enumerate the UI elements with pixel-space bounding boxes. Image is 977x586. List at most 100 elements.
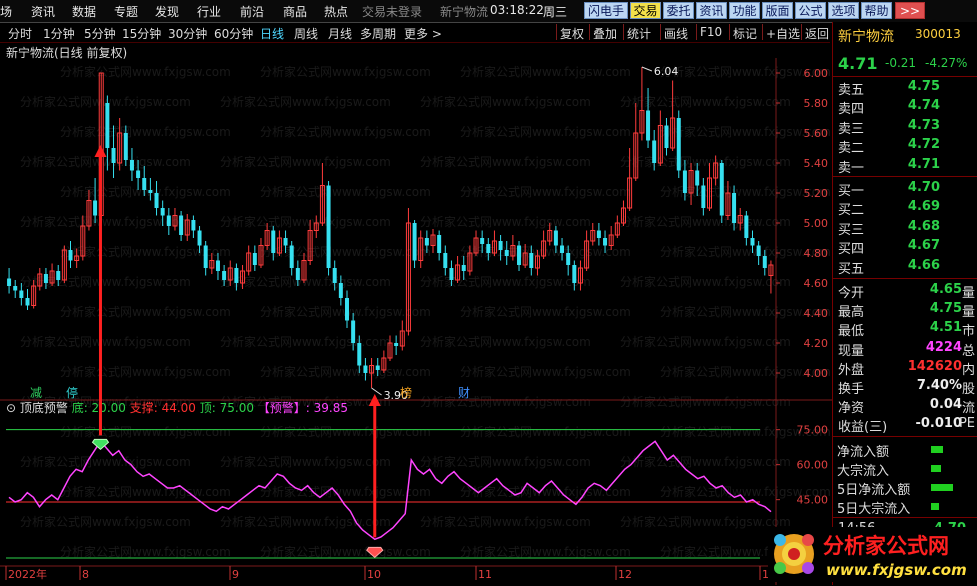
logo-url: www.fxjgsw.com	[826, 561, 967, 579]
candle-body	[443, 253, 448, 268]
watermark-text: 分析家公式网www.fxjgsw.com	[260, 64, 431, 79]
candle-body	[215, 260, 220, 271]
stock-name: 新宁物流	[838, 29, 894, 45]
watermark-text: 分析家公式网www.fxjgsw.com	[620, 454, 791, 469]
toolbar-action-7[interactable]: 返回	[805, 25, 829, 42]
event-marker[interactable]: 榜	[400, 385, 412, 400]
watermark-text: 分析家公式网www.fxjgsw.com	[620, 394, 791, 409]
candle-body	[357, 343, 362, 366]
period-tab-6[interactable]: 日线	[260, 25, 284, 42]
menu-button-0[interactable]: 闪电手	[584, 2, 628, 19]
stat-value: 4.75	[929, 301, 962, 317]
menu-button-1[interactable]: 交易	[630, 2, 661, 19]
bid-label: 买五	[838, 261, 865, 277]
stat-suffix: 市	[961, 324, 975, 340]
candle-body	[756, 245, 761, 256]
period-tab-4[interactable]: 30分钟	[168, 25, 207, 42]
quote-panel: 新宁物流 300013 4.71 -0.21 -4.27% 卖五 4.75 卖四 4.74 卖三 4…	[832, 22, 977, 585]
legend-entry: 顶: 75.00	[200, 401, 258, 415]
candle-body	[222, 271, 227, 280]
menu-item-4[interactable]: 发现	[155, 3, 179, 20]
menu-item-0[interactable]: 场	[0, 3, 12, 20]
watermark-text: 分析家公式网www.fxjgsw.com	[20, 214, 191, 229]
divider	[833, 278, 977, 279]
watermark-text: 分析家公式网www.fxjgsw.com	[420, 514, 591, 529]
candle-body	[529, 253, 534, 268]
menu-button-7[interactable]: 选项	[828, 2, 859, 19]
toolbar-action-3[interactable]: 画线	[664, 25, 688, 42]
candle-body	[295, 268, 300, 280]
period-tab-2[interactable]: 5分钟	[84, 25, 116, 42]
candle-body	[344, 298, 349, 321]
toolbar-action-4[interactable]: F10	[700, 25, 722, 39]
ask-row: 卖五 4.75	[833, 78, 977, 98]
watermark-text: 分析家公式网www.fxjgsw.com	[60, 304, 231, 319]
toolbar-separator	[589, 24, 590, 40]
menu-item-5[interactable]: 行业	[197, 3, 221, 20]
candle-body	[449, 268, 454, 280]
watermark-text: 分析家公式网www.fxjgsw.com	[620, 214, 791, 229]
event-marker[interactable]: 财	[458, 386, 470, 400]
event-marker[interactable]: 减	[30, 386, 42, 400]
chart-area[interactable]: 分析家公式网www.fxjgsw.com 分析家公式网www.fxjgsw.com…	[0, 58, 832, 585]
menu-button-6[interactable]: 公式	[795, 2, 826, 19]
event-marker[interactable]: 停	[66, 385, 78, 400]
candle-body	[646, 110, 651, 141]
price-tick-label: 4.80	[804, 247, 829, 260]
toolbar-action-6[interactable]: +自选	[766, 25, 800, 42]
menu-button-3[interactable]: 资讯	[696, 2, 727, 19]
period-tab-3[interactable]: 15分钟	[122, 25, 161, 42]
menu-item-6[interactable]: 前沿	[240, 3, 264, 20]
menu-item-2[interactable]: 数据	[72, 3, 96, 20]
menu-button-2[interactable]: 委托	[663, 2, 694, 19]
candle-body	[123, 133, 128, 160]
toolbar-action-0[interactable]: 复权	[560, 25, 584, 42]
stat-row: 外盘 142620 内	[833, 358, 977, 378]
candle-body	[744, 215, 749, 238]
legend-entry: 支撑: 44.00	[130, 400, 200, 415]
menu-item-1[interactable]: 资讯	[31, 3, 55, 20]
watermark-text: 分析家公式网www.fxjgsw.com	[20, 334, 191, 349]
watermark-text: 分析家公式网www.fxjgsw.com	[420, 334, 591, 349]
candle-body	[719, 163, 724, 216]
toolbar-action-5[interactable]: 标记	[733, 25, 757, 42]
watermark-text: 分析家公式网www.fxjgsw.com	[20, 514, 191, 529]
diamond-icon[interactable]: ◇	[750, 58, 759, 59]
more-menu-button[interactable]: >>	[895, 2, 925, 19]
watermark-text: 分析家公式网www.fxjgsw.com	[260, 184, 431, 199]
menu-item-8[interactable]: 热点	[324, 3, 348, 20]
toolbar-action-1[interactable]: 叠加	[593, 25, 617, 42]
watermark-text: 分析家公式网www.fxjgsw.com	[260, 124, 431, 139]
candle-body	[363, 365, 368, 373]
high-price-label: 6.04	[654, 65, 679, 78]
divider	[833, 435, 977, 437]
menu-button-5[interactable]: 版面	[762, 2, 793, 19]
stat-label: 现量	[838, 343, 865, 359]
period-tab-10[interactable]: 更多 >	[404, 25, 442, 42]
watermark-text: 分析家公式网www.fxjgsw.com	[260, 484, 431, 499]
period-tab-8[interactable]: 月线	[328, 25, 352, 42]
stat-value: 4.65	[929, 282, 962, 297]
menu-button-8[interactable]: 帮助	[861, 2, 892, 19]
watermark-text: 分析家公式网www.fxjgsw.com	[420, 214, 591, 229]
menu-item-3[interactable]: 专题	[114, 3, 138, 20]
watermark-text: 分析家公式网www.fxjgsw.com	[260, 544, 431, 559]
candle-body	[129, 160, 134, 171]
candle-body	[676, 118, 681, 171]
period-tab-9[interactable]: 多周期	[360, 25, 396, 42]
divider	[833, 76, 977, 77]
period-tab-0[interactable]: 分时	[8, 25, 32, 42]
watermark-text: 分析家公式网www.fxjgsw.com	[420, 274, 591, 289]
candle-body	[566, 253, 571, 265]
period-tab-5[interactable]: 60分钟	[214, 25, 253, 42]
candle-body	[197, 230, 202, 246]
stat-suffix: 流	[961, 401, 975, 417]
indicator-tick-label: 45.00	[797, 494, 829, 507]
menu-item-7[interactable]: 商品	[283, 3, 307, 20]
period-tab-1[interactable]: 1分钟	[43, 25, 75, 42]
menu-button-4[interactable]: 功能	[729, 2, 760, 19]
toolbar-action-2[interactable]: 统计	[627, 25, 651, 42]
candle-body	[105, 103, 110, 148]
watermark-text: 分析家公式网www.fxjgsw.com	[460, 124, 631, 139]
period-tab-7[interactable]: 周线	[294, 25, 318, 42]
